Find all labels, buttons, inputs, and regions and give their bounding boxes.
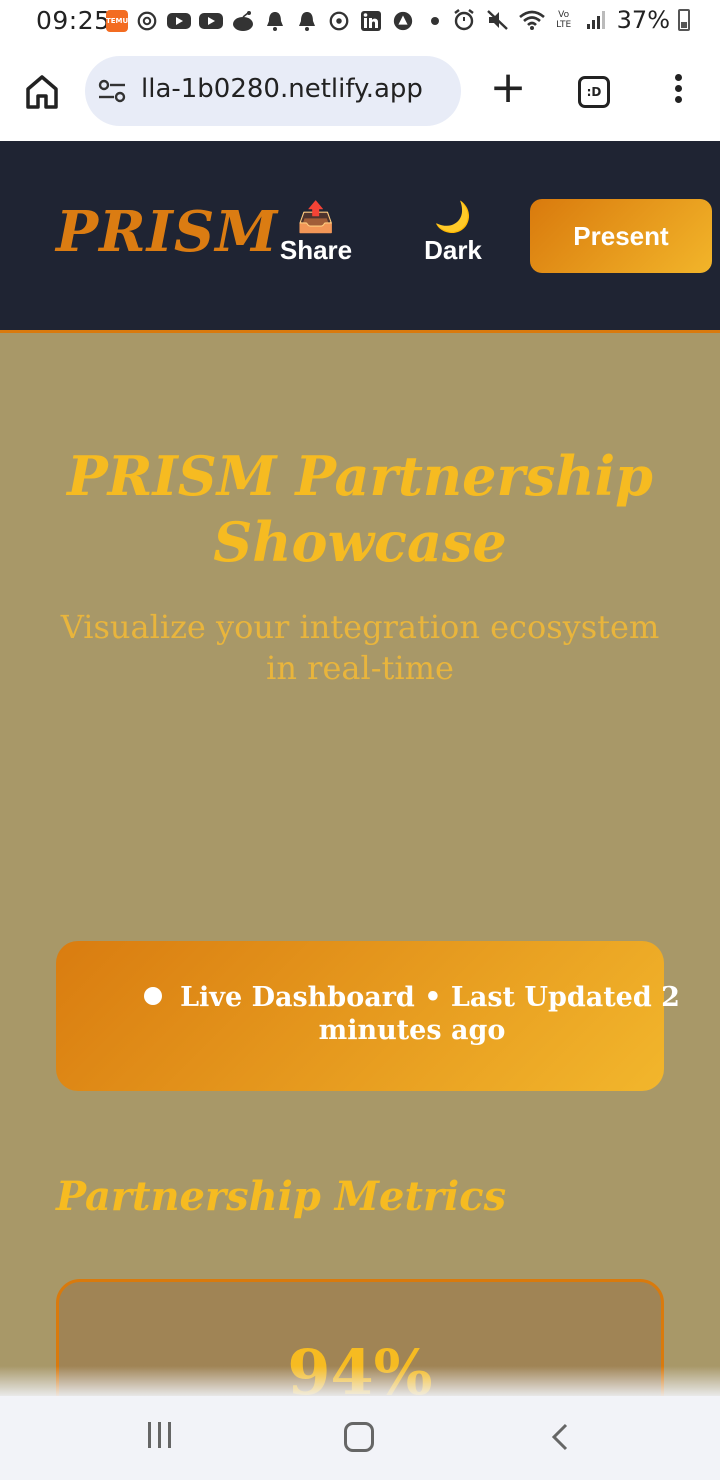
signal-icon — [583, 7, 609, 33]
more-notifications-dot-icon — [422, 8, 448, 34]
battery-percent: 37% — [616, 6, 670, 34]
live-indicator-dot-icon — [144, 987, 163, 1005]
address-bar[interactable]: lla-1b0280.netlify.app — [85, 56, 461, 126]
browser-toolbar: lla-1b0280.netlify.app + :D — [0, 44, 720, 140]
battery-icon — [678, 9, 690, 31]
temu-icon: TEMU — [106, 10, 128, 32]
moon-icon: 🌙 — [434, 201, 472, 234]
present-button[interactable]: Present — [530, 199, 712, 273]
status-time: 09:25 — [36, 6, 111, 35]
dark-label: Dark — [424, 235, 482, 265]
browser-menu-icon[interactable] — [664, 74, 692, 110]
mute-icon — [485, 7, 511, 33]
bell-icon — [262, 8, 288, 34]
youtube-icon — [166, 8, 192, 34]
hero-title: PRISM Partnership Showcase — [67, 444, 653, 574]
main-content: PRISM Partnership Showcase Visualize you… — [0, 333, 720, 1396]
scroll-fade — [0, 1366, 720, 1396]
system-nav-bar — [0, 1396, 720, 1480]
bell-icon — [294, 8, 320, 34]
wifi-icon — [518, 7, 545, 33]
live-banner-text: Live Dashboard • Last Updated 2 minutes … — [180, 982, 680, 1046]
url-text[interactable]: lla-1b0280.netlify.app — [141, 74, 423, 104]
notification-icons: TEMU — [106, 8, 448, 34]
app-header: PRISM 📤 Share 🌙 Dark Present — [0, 141, 720, 333]
new-tab-button[interactable]: + — [488, 66, 528, 110]
youtube-icon — [198, 8, 224, 34]
back-icon[interactable] — [548, 1422, 574, 1452]
share-button[interactable]: 📤 Share — [276, 201, 356, 266]
home-icon[interactable] — [22, 72, 62, 112]
share-label: Share — [279, 235, 353, 265]
share-icon: 📤 — [297, 201, 335, 234]
live-banner-text-wrap: Live Dashboard • Last Updated 2 minutes … — [132, 981, 692, 1047]
reddit-icon — [230, 8, 256, 34]
threads-icon — [134, 8, 160, 34]
dark-mode-toggle[interactable]: 🌙 Dark — [418, 201, 488, 266]
alarm-icon — [451, 7, 477, 33]
metrics-section-title: Partnership Metrics — [56, 1173, 507, 1220]
volte-label: Vo LTE — [556, 10, 572, 30]
tab-switcher-button[interactable]: :D — [578, 76, 610, 108]
logo[interactable]: PRISM — [56, 199, 278, 265]
recent-apps-icon[interactable] — [144, 1422, 174, 1450]
linkedin-icon — [358, 8, 384, 34]
home-nav-icon[interactable] — [344, 1422, 374, 1452]
circle-app-icon — [326, 8, 352, 34]
navigation-app-icon — [390, 8, 416, 34]
live-dashboard-banner: Live Dashboard • Last Updated 2 minutes … — [56, 941, 680, 1091]
system-icons: Vo LTE 37% — [451, 6, 690, 34]
hero-subtitle: Visualize your integration ecosystem in … — [60, 608, 660, 687]
status-bar: 09:25 TEMU Vo LTE 37% — [0, 0, 720, 44]
site-settings-icon[interactable] — [97, 78, 127, 104]
